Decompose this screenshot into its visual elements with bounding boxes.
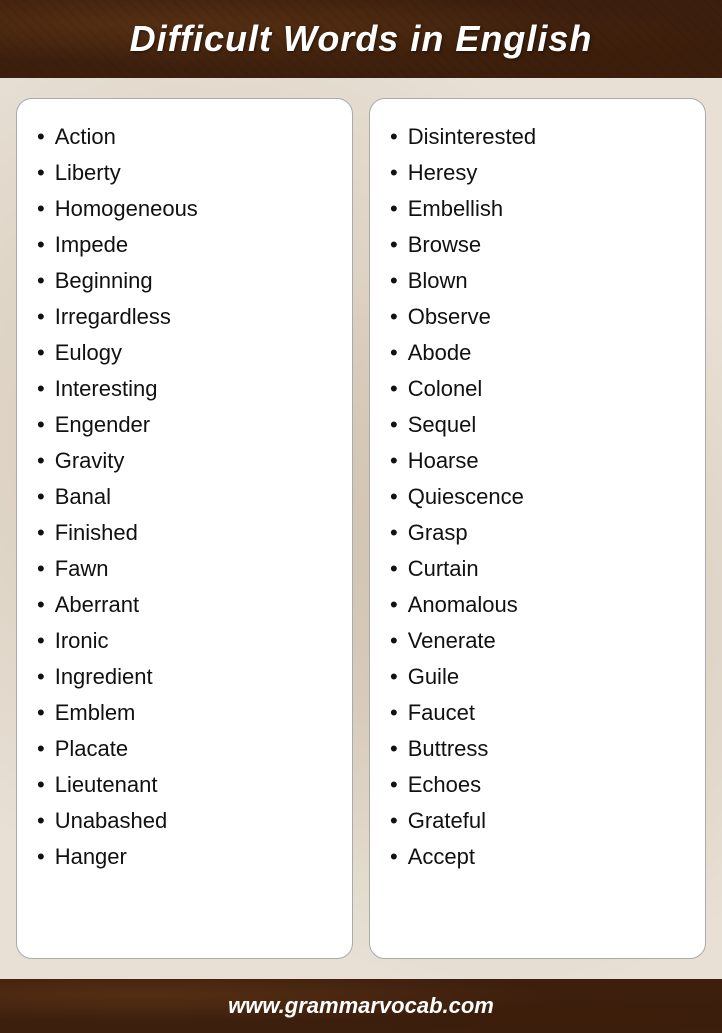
list-item: Irregardless bbox=[37, 299, 336, 335]
list-item: Grasp bbox=[390, 515, 689, 551]
list-item: Faucet bbox=[390, 695, 689, 731]
list-item: Placate bbox=[37, 731, 336, 767]
list-item: Interesting bbox=[37, 371, 336, 407]
list-item: Impede bbox=[37, 227, 336, 263]
left-column: ActionLibertyHomogeneousImpedeBeginningI… bbox=[16, 98, 353, 959]
list-item: Abode bbox=[390, 335, 689, 371]
list-item: Engender bbox=[37, 407, 336, 443]
list-item: Hoarse bbox=[390, 443, 689, 479]
list-item: Ingredient bbox=[37, 659, 336, 695]
list-item: Guile bbox=[390, 659, 689, 695]
list-item: Disinterested bbox=[390, 119, 689, 155]
list-item: Beginning bbox=[37, 263, 336, 299]
page-footer: www.grammarvocab.com bbox=[0, 979, 722, 1033]
page-title: Difficult Words in English bbox=[24, 18, 698, 60]
list-item: Accept bbox=[390, 839, 689, 875]
list-item: Action bbox=[37, 119, 336, 155]
list-item: Curtain bbox=[390, 551, 689, 587]
list-item: Anomalous bbox=[390, 587, 689, 623]
list-item: Banal bbox=[37, 479, 336, 515]
list-item: Eulogy bbox=[37, 335, 336, 371]
list-item: Blown bbox=[390, 263, 689, 299]
list-item: Emblem bbox=[37, 695, 336, 731]
list-item: Hanger bbox=[37, 839, 336, 875]
list-item: Gravity bbox=[37, 443, 336, 479]
list-item: Fawn bbox=[37, 551, 336, 587]
list-item: Aberrant bbox=[37, 587, 336, 623]
list-item: Observe bbox=[390, 299, 689, 335]
list-item: Buttress bbox=[390, 731, 689, 767]
right-column: DisinterestedHeresyEmbellishBrowseBlownO… bbox=[369, 98, 706, 959]
list-item: Colonel bbox=[390, 371, 689, 407]
list-item: Heresy bbox=[390, 155, 689, 191]
list-item: Venerate bbox=[390, 623, 689, 659]
list-item: Ironic bbox=[37, 623, 336, 659]
footer-url[interactable]: www.grammarvocab.com bbox=[228, 993, 494, 1018]
main-content: ActionLibertyHomogeneousImpedeBeginningI… bbox=[0, 78, 722, 979]
list-item: Lieutenant bbox=[37, 767, 336, 803]
left-word-list: ActionLibertyHomogeneousImpedeBeginningI… bbox=[37, 119, 336, 875]
list-item: Sequel bbox=[390, 407, 689, 443]
list-item: Quiescence bbox=[390, 479, 689, 515]
list-item: Embellish bbox=[390, 191, 689, 227]
page-header: Difficult Words in English bbox=[0, 0, 722, 78]
list-item: Finished bbox=[37, 515, 336, 551]
list-item: Homogeneous bbox=[37, 191, 336, 227]
list-item: Echoes bbox=[390, 767, 689, 803]
right-word-list: DisinterestedHeresyEmbellishBrowseBlownO… bbox=[390, 119, 689, 875]
list-item: Liberty bbox=[37, 155, 336, 191]
list-item: Browse bbox=[390, 227, 689, 263]
list-item: Grateful bbox=[390, 803, 689, 839]
list-item: Unabashed bbox=[37, 803, 336, 839]
